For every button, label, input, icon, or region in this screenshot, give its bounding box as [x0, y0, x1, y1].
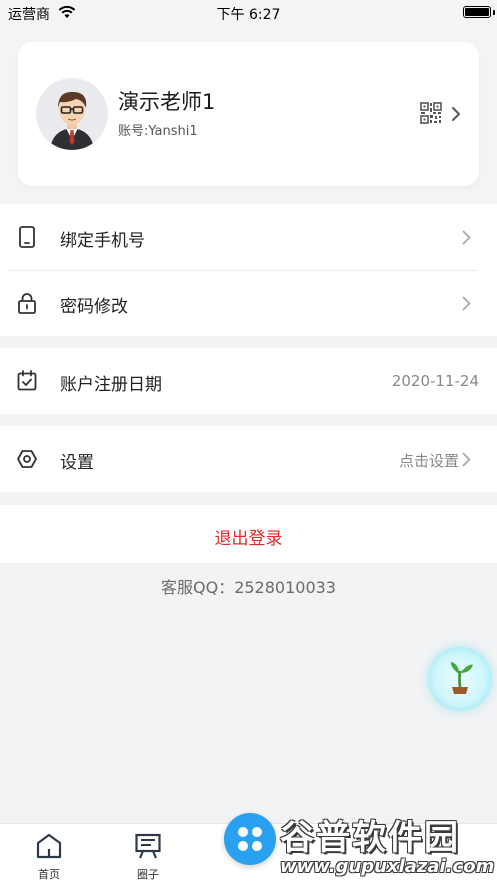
apps-grid-dot: [252, 841, 262, 851]
sprout-icon: [450, 662, 473, 694]
chevron-right-icon: [462, 452, 471, 467]
avatar[interactable]: [36, 78, 108, 150]
chevron-right-icon[interactable]: [451, 106, 461, 122]
battery-icon: [463, 6, 491, 18]
board-icon: [135, 833, 161, 859]
center-apps-button[interactable]: [224, 813, 276, 865]
lock-icon: [18, 293, 36, 314]
settings-row[interactable]: 设置 点击设置: [0, 426, 497, 492]
watermark: 谷普软件园 www.gupuxlazai.com: [272, 808, 494, 882]
tab-circle[interactable]: 圈子: [118, 824, 178, 883]
change-password-label: 密码修改: [60, 297, 128, 317]
profile-account: 账号:Yanshi1: [118, 124, 198, 139]
watermark-title: 谷普软件园: [280, 818, 460, 858]
chevron-right-icon: [462, 296, 471, 311]
register-date-row: 账户注册日期 2020-11-24: [0, 348, 497, 414]
logout-label: 退出登录: [214, 529, 283, 549]
calendar-check-icon: [17, 370, 37, 391]
hexagon-settings-icon: [17, 450, 37, 468]
watermark-url: www.gupuxlazai.com: [280, 856, 495, 877]
apps-grid-icon: [238, 827, 248, 837]
floating-sprout-button[interactable]: [428, 647, 492, 711]
settings-group: 设置 点击设置: [0, 426, 497, 492]
settings-label: 设置: [60, 453, 94, 473]
battery-tip: [493, 10, 495, 15]
profile-name: 演示老师1: [118, 90, 216, 114]
settings-value: 点击设置: [398, 452, 459, 470]
tab-circle-label: 圈子: [137, 868, 159, 881]
status-bar: 运营商 下午 6:27: [0, 0, 497, 26]
home-icon: [36, 833, 62, 859]
bind-phone-row[interactable]: 绑定手机号: [0, 204, 497, 270]
bind-phone-label: 绑定手机号: [60, 231, 145, 251]
teacher-avatar-icon: [36, 78, 108, 150]
logout-button[interactable]: 退出登录: [0, 505, 497, 563]
tab-home-label: 首页: [38, 868, 60, 881]
qr-code-icon[interactable]: [420, 102, 442, 124]
register-date-label: 账户注册日期: [60, 375, 162, 395]
chevron-right-icon: [462, 230, 471, 245]
account-menu-group: 绑定手机号 密码修改: [0, 204, 497, 336]
register-date-value: 2020-11-24: [391, 372, 479, 390]
customer-service-qq: 客服QQ：2528010033: [161, 578, 336, 597]
tab-home[interactable]: 首页: [19, 824, 79, 883]
profile-card[interactable]: 演示老师1 账号:Yanshi1: [18, 42, 479, 186]
register-date-group: 账户注册日期 2020-11-24: [0, 348, 497, 414]
apps-grid-dot: [238, 841, 248, 851]
change-password-row[interactable]: 密码修改: [0, 270, 497, 336]
clock: 下午 6:27: [216, 7, 281, 23]
phone-icon: [19, 226, 35, 248]
apps-grid-dot: [252, 827, 262, 837]
